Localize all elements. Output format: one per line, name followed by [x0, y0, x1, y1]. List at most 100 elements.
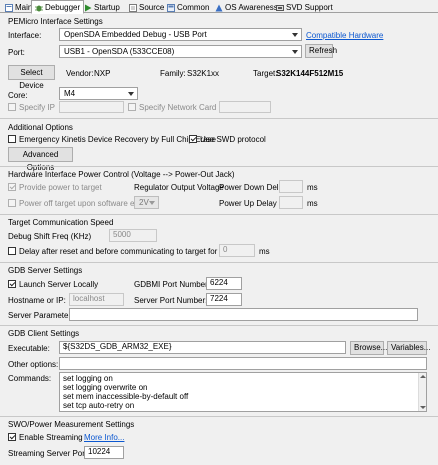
power-down-delay-input[interactable]: [279, 180, 303, 193]
tab-startup[interactable]: Startup: [80, 1, 124, 13]
commands-textarea[interactable]: set logging on set logging overwrite on …: [59, 372, 427, 412]
browse-button[interactable]: Browse...: [350, 341, 387, 355]
tab-svd-support[interactable]: SVD Support: [272, 1, 337, 13]
specify-network-card-checkbox[interactable]: [128, 103, 136, 111]
vendor-value: NXP: [94, 69, 111, 78]
target-label: Target:: [253, 69, 278, 78]
main-tab-icon: [5, 3, 13, 12]
tab-common-label: Common: [177, 3, 210, 12]
voltage-select[interactable]: 2V: [134, 196, 159, 209]
vendor-label: Vendor:: [66, 69, 94, 78]
power-off-target-checkbox[interactable]: [8, 199, 16, 207]
interface-value: OpenSDA Embedded Debug - USB Port: [64, 30, 207, 39]
streaming-port-input[interactable]: 10224: [84, 446, 124, 459]
enable-streaming-checkbox[interactable]: [8, 433, 16, 441]
core-value: M4: [64, 89, 76, 98]
svd-support-tab-icon: [276, 4, 284, 12]
chevron-down-icon: [292, 33, 298, 37]
interface-label: Interface:: [8, 31, 42, 40]
shift-freq-input[interactable]: 5000: [109, 229, 157, 242]
tab-os-awareness-label: OS Awareness: [225, 3, 278, 12]
tab-source[interactable]: Source: [125, 1, 168, 13]
refresh-button[interactable]: Refresh: [305, 44, 337, 58]
power-up-delay-input[interactable]: [279, 196, 303, 209]
separator: [0, 416, 438, 417]
port-value: USB1 - OpenSDA (533CCE08): [64, 47, 175, 56]
command-line: set mem inaccessible-by-default off: [63, 392, 189, 401]
delay-unit: ms: [259, 247, 270, 256]
regulator-voltage-label: Regulator Output Voltage: [134, 183, 224, 192]
more-info-link[interactable]: More Info...: [84, 433, 124, 442]
use-swd-label: Use SWD protocol: [200, 135, 266, 144]
hostname-input[interactable]: localhost: [69, 293, 124, 306]
port-select[interactable]: USB1 - OpenSDA (533CCE08): [59, 45, 302, 58]
other-options-label: Other options:: [8, 360, 59, 369]
chevron-down-icon: [292, 50, 298, 54]
target-comm-title: Target Communication Speed: [8, 218, 114, 227]
shift-freq-value: 5000: [113, 230, 131, 239]
power-down-unit: ms: [307, 183, 318, 192]
voltage-value: 2V: [139, 198, 149, 207]
emergency-recovery-checkbox[interactable]: [8, 135, 16, 143]
additional-options-title: Additional Options: [8, 123, 73, 132]
shift-freq-label: Debug Shift Freq (KHz): [8, 232, 92, 241]
advanced-options-button[interactable]: Advanced Options: [8, 147, 73, 172]
server-port-input[interactable]: 7224: [206, 293, 242, 306]
power-down-delay-label: Power Down Delay: [219, 183, 288, 192]
use-swd-checkbox[interactable]: [189, 135, 197, 143]
chevron-down-icon: [149, 201, 155, 205]
executable-label: Executable:: [8, 344, 50, 353]
tab-debugger[interactable]: Debugger: [31, 0, 85, 14]
separator: [0, 262, 438, 263]
executable-value: ${S32DS_GDB_ARM32_EXE}: [63, 342, 172, 351]
delay-after-reset-checkbox[interactable]: [8, 247, 16, 255]
enable-streaming-label: Enable Streaming: [19, 433, 83, 442]
command-line: set logging overwrite on: [63, 383, 148, 392]
command-line: set tcp auto-retry on: [63, 401, 135, 410]
server-params-input[interactable]: [69, 308, 418, 321]
delay-after-reset-label: Delay after reset and before communicati…: [19, 247, 218, 256]
gdbmi-port-input[interactable]: 6224: [206, 277, 242, 290]
launch-server-checkbox[interactable]: [8, 280, 16, 288]
power-off-target-label: Power off target upon software exit: [19, 199, 143, 208]
scroll-up-icon[interactable]: [420, 375, 426, 378]
streaming-port-label: Streaming Server Port:: [8, 449, 90, 458]
debugger-tab-icon: [35, 4, 43, 12]
gdbmi-port-label: GDBMI Port Number:: [134, 280, 211, 289]
commands-scrollbar[interactable]: [418, 373, 426, 411]
scroll-down-icon[interactable]: [420, 406, 426, 409]
common-tab-icon: [167, 3, 175, 12]
os-awareness-tab-icon: [215, 4, 223, 12]
hostname-placeholder: localhost: [73, 294, 105, 303]
power-up-unit: ms: [307, 199, 318, 208]
gdb-client-title: GDB Client Settings: [8, 329, 80, 338]
provide-power-checkbox[interactable]: [8, 183, 16, 191]
tab-main-label: Main: [15, 3, 33, 12]
family-value: S32K1xx: [187, 69, 220, 78]
specify-ip-checkbox[interactable]: [8, 103, 16, 111]
launch-server-label: Launch Server Locally: [19, 280, 99, 289]
target-value: S32K144F512M15: [276, 69, 344, 78]
provide-power-label: Provide power to target: [19, 183, 102, 192]
server-port-label: Server Port Number:: [134, 296, 208, 305]
swo-title: SWO/Power Measurement Settings: [8, 420, 135, 429]
executable-input[interactable]: ${S32DS_GDB_ARM32_EXE}: [59, 341, 346, 354]
specify-ip-input[interactable]: [59, 101, 124, 113]
variables-button[interactable]: Variables...: [387, 341, 430, 355]
tab-common[interactable]: Common: [163, 1, 213, 13]
delay-input[interactable]: 0: [219, 244, 255, 257]
core-select[interactable]: M4: [59, 87, 138, 100]
source-tab-icon: [129, 3, 137, 12]
startup-tab-icon: [84, 4, 92, 12]
separator: [0, 325, 438, 326]
tab-bar: Main Debugger Startup Source Common OS A…: [0, 0, 438, 14]
compatible-hardware-link[interactable]: Compatible Hardware: [306, 31, 383, 40]
select-device-button[interactable]: Select Device: [8, 65, 55, 90]
streaming-port-value: 10224: [88, 447, 111, 456]
chevron-down-icon: [128, 92, 134, 96]
specify-network-card-label: Specify Network Card IP: [139, 103, 227, 112]
server-port-value: 7224: [210, 294, 228, 303]
other-options-input[interactable]: [59, 357, 427, 370]
interface-select[interactable]: OpenSDA Embedded Debug - USB Port: [59, 28, 302, 41]
network-card-ip-input[interactable]: [219, 101, 271, 113]
